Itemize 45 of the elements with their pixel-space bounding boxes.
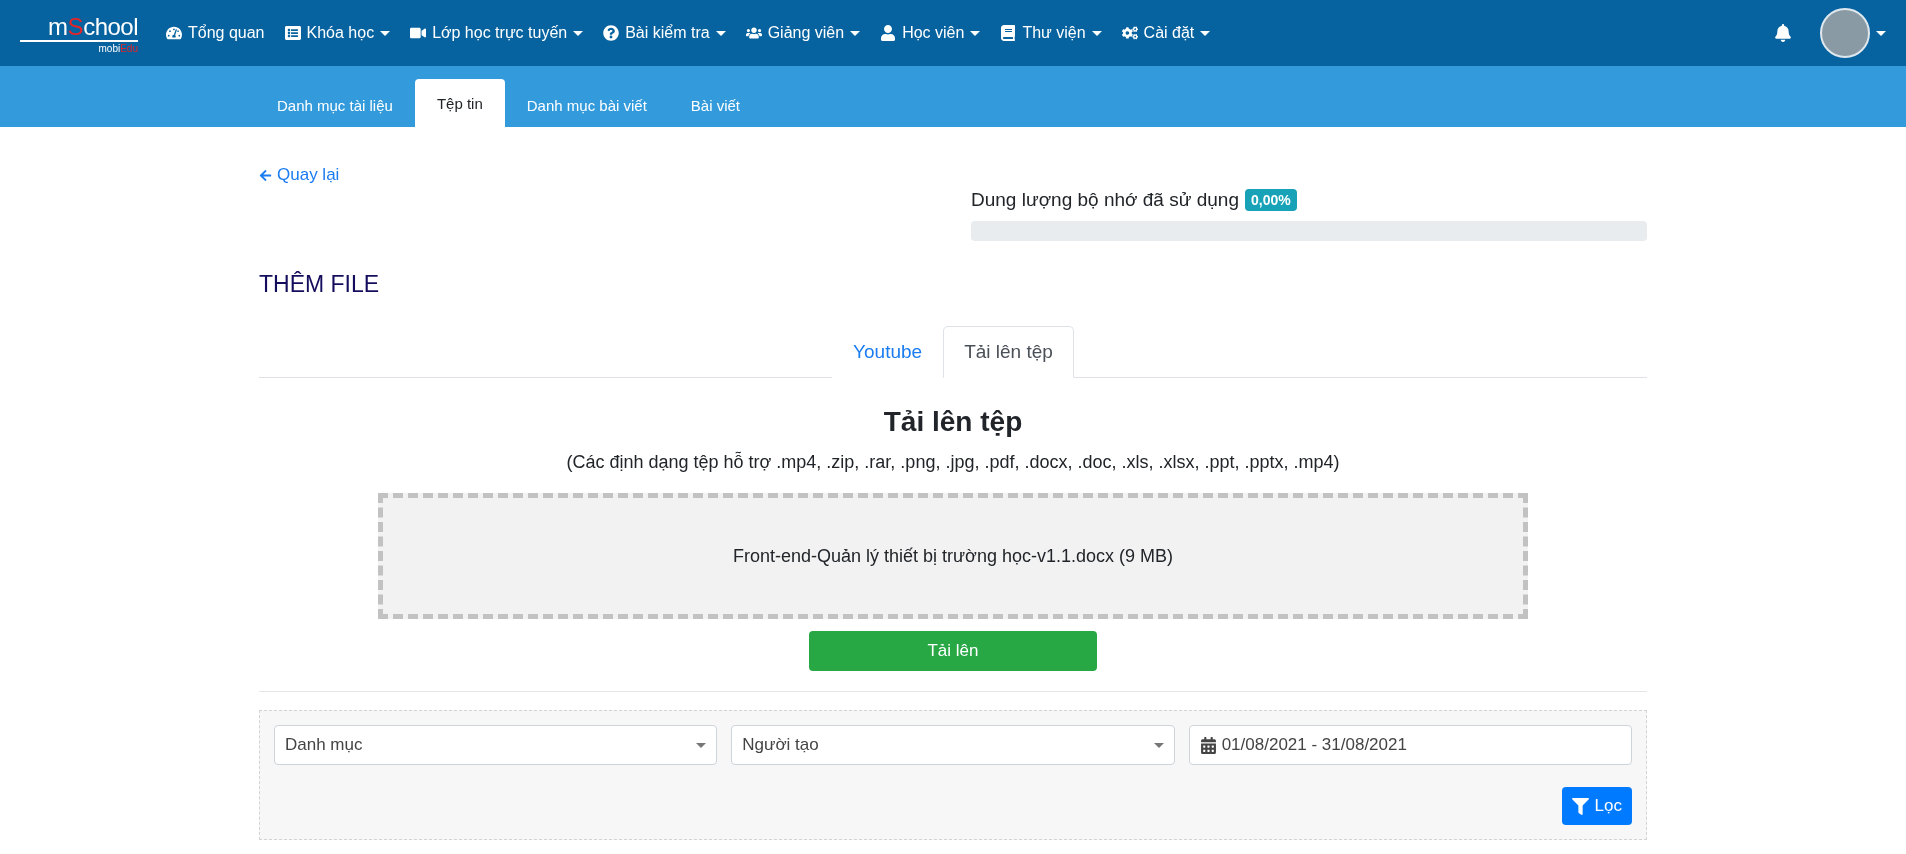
- storage-label: Dung lượng bộ nhớ đã sử dụng: [971, 189, 1239, 211]
- nav-menu-item[interactable]: Thư viện: [1000, 24, 1102, 42]
- upload-tab[interactable]: Tải lên tệp: [943, 326, 1074, 378]
- avatar[interactable]: [1820, 8, 1870, 58]
- caret-icon: [1091, 30, 1102, 36]
- arrow-left-icon: [259, 168, 272, 182]
- page-title: THÊM FILE: [259, 271, 381, 298]
- list-icon: [284, 25, 301, 41]
- nav-menu-item[interactable]: Khóa học: [284, 24, 391, 42]
- nav-menu-item[interactable]: Lớp học trực tuyến: [410, 24, 584, 42]
- file-name: Front-end-Quản lý thiết bị trường học-v1.1.docx (9 MB): [732, 545, 1173, 567]
- caret-icon: [715, 30, 726, 36]
- category-select[interactable]: Danh mục: [274, 725, 718, 765]
- supported-formats-text: (Các định dạng tệp hỗ trợ .mp4, .zip, .rar, .png, .jpg, .pdf, .docx, .doc, .xls, .xlsx, .ppt, .pptx, .mp4): [566, 452, 1340, 473]
- sub-nav-tab[interactable]: Tệp tin: [414, 79, 505, 127]
- date-range-field[interactable]: 01/08/2021 - 31/08/2021: [1188, 725, 1632, 765]
- book-icon: [1000, 25, 1017, 41]
- nav-menu-item[interactable]: Bài kiểm tra: [603, 24, 726, 42]
- creator-select[interactable]: Người tạo: [731, 725, 1175, 765]
- file-drop-zone[interactable]: Front-end-Quản lý thiết bị trường học-v1.1.docx (9 MB): [378, 493, 1528, 619]
- calendar-icon: [1199, 736, 1217, 754]
- nav-menu-item[interactable]: Giảng viên: [745, 24, 861, 42]
- bell-icon[interactable]: [1774, 24, 1792, 42]
- storage-badge: 0,00%: [1245, 189, 1297, 211]
- users-icon: [745, 25, 762, 41]
- caret-icon: [380, 30, 391, 36]
- upload-heading: Tải lên tệp: [883, 406, 1023, 438]
- nav-menu-item[interactable]: Cài đặt: [1121, 24, 1211, 42]
- filter-icon: [1571, 797, 1589, 815]
- nav-menu-item[interactable]: Học viên: [880, 24, 981, 42]
- caret-icon: [1200, 30, 1211, 36]
- back-link[interactable]: Quay lại: [259, 165, 340, 185]
- logo[interactable]: mSchool mobiEdu: [20, 12, 138, 54]
- caret-icon: [696, 742, 707, 748]
- gears-icon: [1121, 25, 1138, 41]
- gauge-icon: [166, 25, 182, 41]
- caret-icon: [1153, 742, 1164, 748]
- caret-icon: [970, 30, 981, 36]
- caret-icon: [573, 30, 584, 36]
- nav-menu-item[interactable]: Tổng quan: [166, 24, 265, 42]
- caret-icon[interactable]: [1876, 30, 1886, 36]
- user-icon: [880, 25, 897, 41]
- filter-button[interactable]: Lọc: [1561, 787, 1632, 825]
- caret-icon: [850, 30, 861, 36]
- video-camera-icon: [410, 25, 427, 41]
